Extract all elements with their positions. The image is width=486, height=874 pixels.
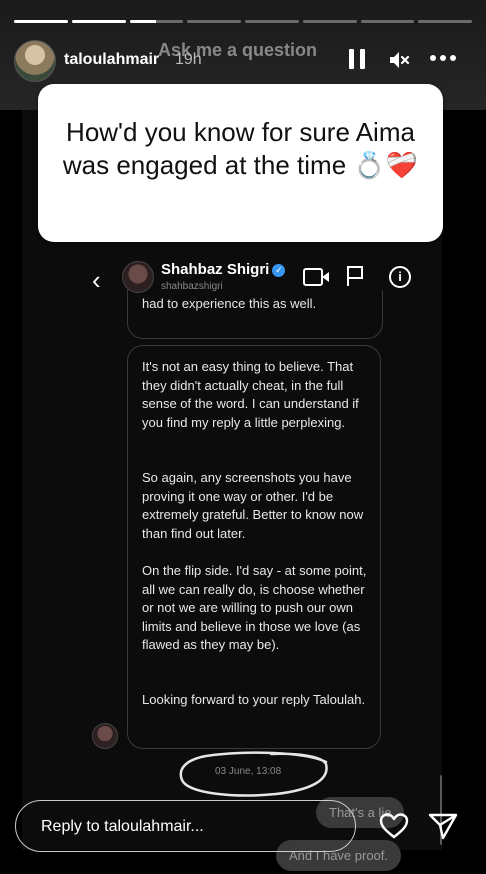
- chat-avatar: [122, 261, 154, 293]
- progress-segment: [71, 20, 126, 23]
- message-paragraph: It's not an easy thing to believe. That …: [142, 359, 359, 430]
- question-sticker[interactable]: How'd you know for sure Aima was engaged…: [38, 84, 443, 242]
- more-options-icon[interactable]: [430, 55, 456, 61]
- progress-segment: [14, 20, 68, 23]
- message-text: had to experience this as well.: [142, 296, 317, 311]
- chat-name-text: Shahbaz Shigri: [161, 261, 270, 278]
- video-call-icon: [303, 268, 329, 286]
- question-text: How'd you know for sure Aima was engaged…: [62, 117, 419, 180]
- message-paragraph: So again, any screenshots you have provi…: [142, 470, 364, 541]
- story-time: 19h: [175, 51, 202, 68]
- message-bubble-partial: had to experience this as well.: [127, 290, 383, 339]
- message-bubble: It's not an easy thing to believe. That …: [127, 345, 381, 749]
- flag-icon: [347, 266, 363, 286]
- circle-scribble: [179, 751, 328, 797]
- progress-segment: [302, 20, 357, 23]
- progress-segment: [187, 20, 241, 23]
- verified-badge-icon: ✓: [272, 264, 286, 277]
- progress-segment: [245, 20, 299, 23]
- sender-avatar: [92, 723, 118, 749]
- send-icon[interactable]: [427, 810, 459, 842]
- chat-name: Shahbaz Shigri ✓: [161, 261, 286, 278]
- progress-segment: [418, 20, 472, 23]
- progress-segment: [360, 20, 415, 23]
- progress-segment: [129, 20, 184, 23]
- username[interactable]: taloulahmair: [64, 51, 159, 69]
- mute-icon[interactable]: [388, 49, 410, 76]
- pause-icon[interactable]: [349, 49, 365, 69]
- info-icon: i: [389, 266, 411, 288]
- reply-input[interactable]: Reply to taloulahmair...: [15, 800, 356, 852]
- back-arrow-icon: ‹: [92, 265, 101, 295]
- avatar[interactable]: [14, 40, 56, 82]
- message-paragraph: On the flip side. I'd say - at some poin…: [142, 563, 367, 652]
- heart-icon[interactable]: [378, 810, 410, 842]
- reply-placeholder: Reply to taloulahmair...: [41, 818, 204, 835]
- story-progress: [14, 20, 472, 23]
- message-paragraph: Looking forward to your reply Taloulah.: [142, 692, 366, 707]
